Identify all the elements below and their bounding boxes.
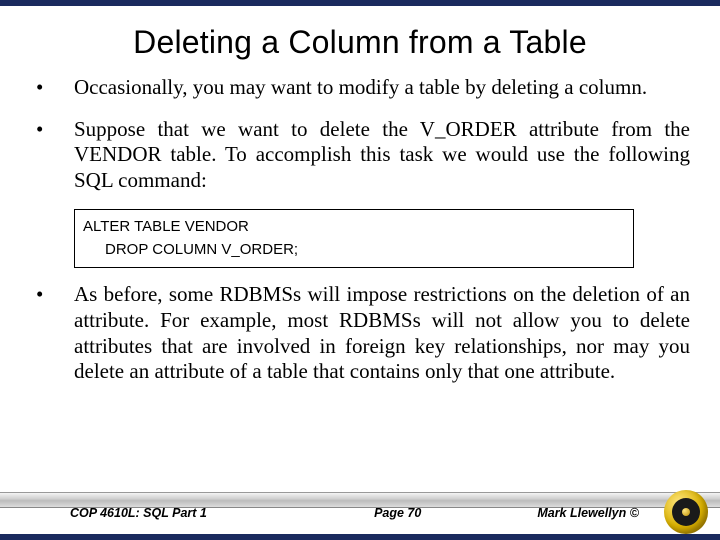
- bullet-item-3: As before, some RDBMSs will impose restr…: [30, 282, 690, 384]
- footer-labels: COP 4610L: SQL Part 1 Page 70 Mark Llewe…: [0, 506, 720, 526]
- bullet-list-2: As before, some RDBMSs will impose restr…: [30, 282, 690, 384]
- slide-footer: COP 4610L: SQL Part 1 Page 70 Mark Llewe…: [0, 492, 720, 540]
- bottom-accent-bar: [0, 534, 720, 540]
- bullet-list: Occasionally, you may want to modify a t…: [30, 75, 690, 193]
- footer-page: Page 70: [309, 506, 486, 526]
- slide-body: Deleting a Column from a Table Occasiona…: [0, 6, 720, 385]
- footer-course: COP 4610L: SQL Part 1: [0, 506, 309, 526]
- sql-code-box: ALTER TABLE VENDOR DROP COLUMN V_ORDER;: [74, 209, 634, 268]
- bullet-item-1: Occasionally, you may want to modify a t…: [30, 75, 690, 101]
- slide-title: Deleting a Column from a Table: [30, 24, 690, 61]
- code-line-1: ALTER TABLE VENDOR: [83, 216, 625, 239]
- code-line-2: DROP COLUMN V_ORDER;: [83, 239, 625, 262]
- bullet-item-2: Suppose that we want to delete the V_ORD…: [30, 117, 690, 194]
- ucf-logo-icon: [664, 490, 708, 534]
